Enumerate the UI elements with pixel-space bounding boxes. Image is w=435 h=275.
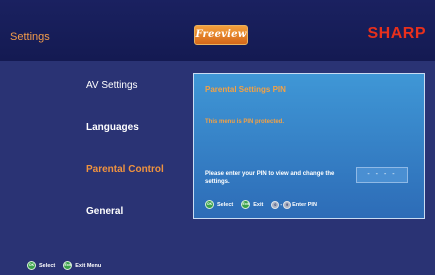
- exit-key-icon: Exit: [241, 200, 251, 209]
- select-hint: Select: [217, 201, 234, 208]
- freeview-logo: Freeview: [194, 25, 248, 45]
- freeview-logo-text: Freeview: [195, 29, 247, 40]
- menu-item-parental-control[interactable]: Parental Control: [86, 164, 164, 175]
- menu-item-av-settings[interactable]: AV Settings: [86, 80, 138, 91]
- page-title: Settings: [10, 31, 50, 43]
- digit-0-key-icon: 0: [271, 200, 280, 209]
- header-bar: Settings Freeview SHARP: [0, 0, 435, 61]
- menu-item-general[interactable]: General: [86, 206, 123, 217]
- ok-key-icon: OK: [205, 200, 214, 209]
- dialog-key-hints: OK Select Exit Exit 0 - 9 Enter PIN: [205, 200, 317, 209]
- exit-hint: Exit: [253, 201, 264, 208]
- dialog-message: This menu is PIN protected.: [205, 119, 285, 125]
- brand-logo: SHARP: [367, 25, 426, 42]
- digit-9-key-icon: 9: [283, 200, 292, 209]
- footer-select-hint: Select: [39, 262, 56, 269]
- menu-item-languages[interactable]: Languages: [86, 122, 139, 133]
- settings-screen: Settings Freeview SHARP AV Settings Lang…: [0, 0, 435, 275]
- enter-pin-hint: Enter PIN: [292, 201, 317, 208]
- footer-ok-key-icon: OK: [27, 261, 36, 270]
- pin-dialog: Parental Settings PIN This menu is PIN p…: [193, 73, 425, 219]
- pin-prompt: Please enter your PIN to view and change…: [205, 171, 335, 185]
- pin-input[interactable]: - - - -: [356, 167, 408, 183]
- footer-key-hints: OK Select Exit Exit Menu: [27, 261, 101, 270]
- dialog-title: Parental Settings PIN: [205, 85, 286, 94]
- footer-exit-key-icon: Exit: [63, 261, 73, 270]
- footer-exit-menu-hint: Exit Menu: [75, 262, 102, 269]
